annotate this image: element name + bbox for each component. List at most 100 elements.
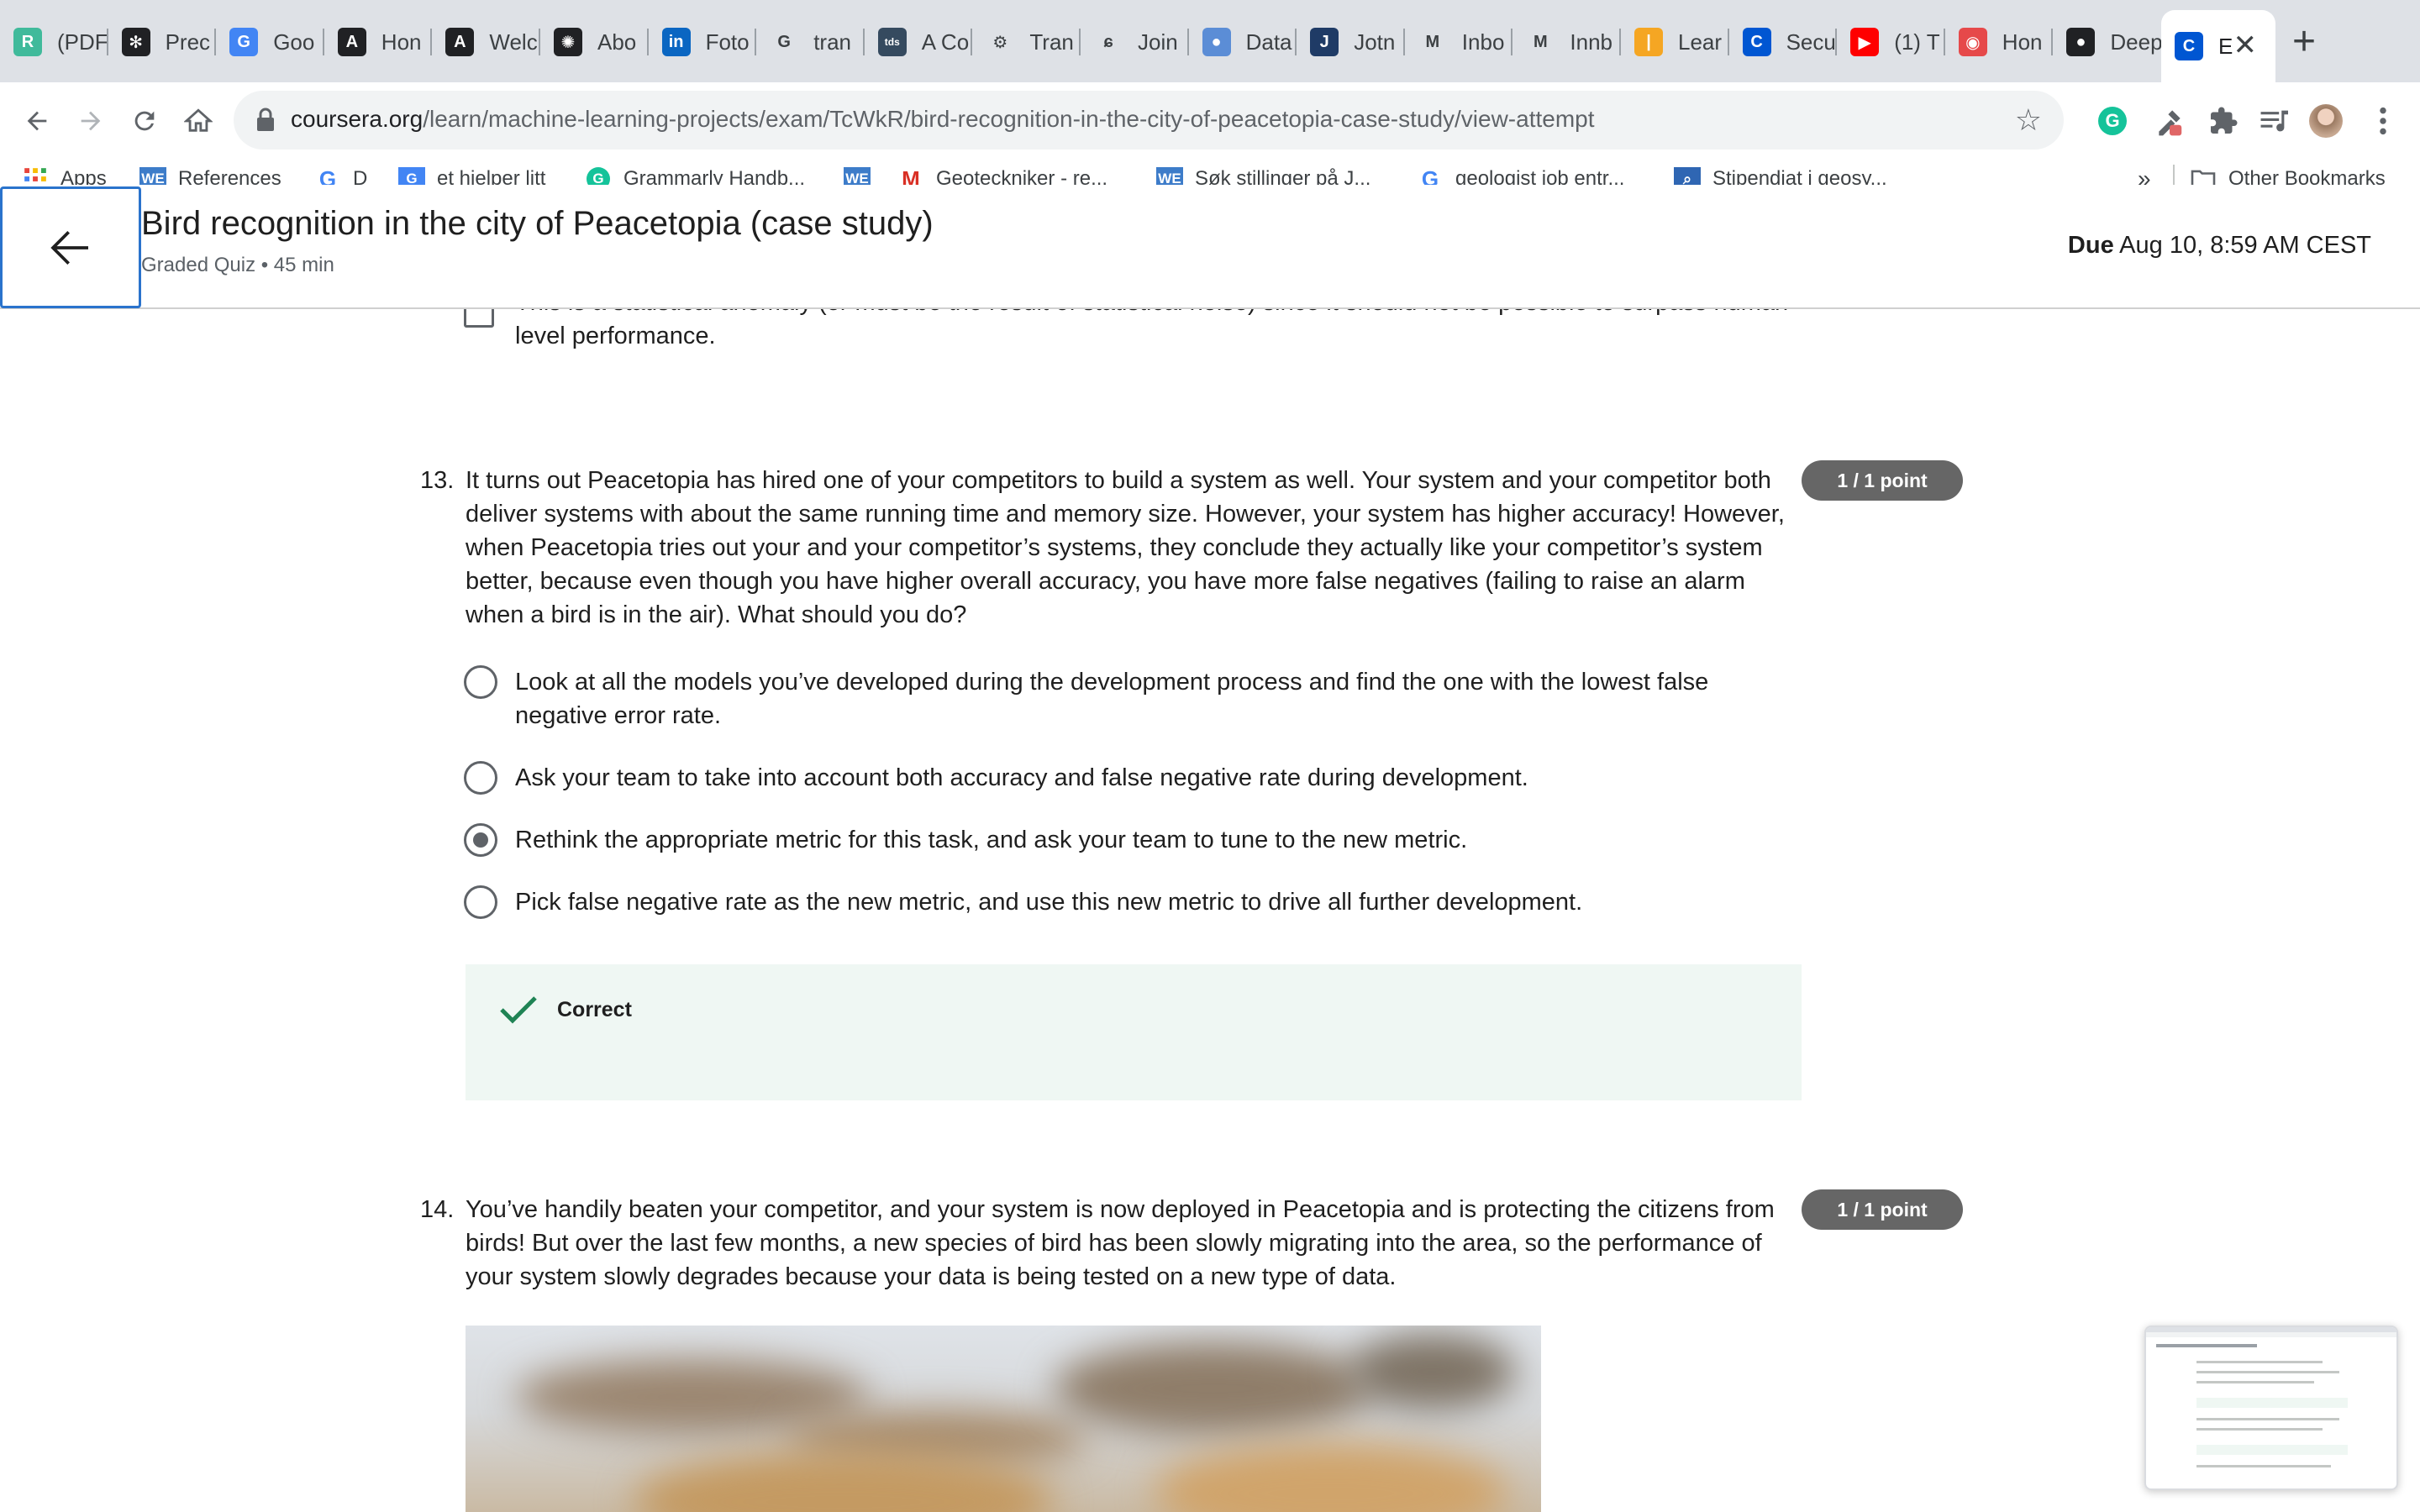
target-icon: ◉ (1958, 28, 1987, 56)
person-icon: ● (1202, 28, 1231, 56)
tab-title: Abo (597, 29, 637, 55)
tab[interactable]: M Innb (1512, 18, 1621, 66)
quiz-content: This is a statistical anomaly (or must b… (0, 309, 2420, 1512)
checkmark-icon (500, 996, 537, 1024)
forward-nav-button[interactable] (67, 97, 114, 144)
due-label: Due (2067, 232, 2114, 259)
close-tab-icon[interactable]: ✕ (2233, 29, 2258, 62)
linkedin-icon: in (661, 28, 691, 56)
letter-a-icon: A (445, 28, 475, 56)
researchgate-icon: R (13, 28, 42, 56)
new-tab-button[interactable]: + (2292, 20, 2316, 64)
eyedropper-extension-icon[interactable] (2148, 99, 2191, 143)
youtube-icon: ▶ (1850, 28, 1880, 56)
url-host: coursera.org (291, 106, 424, 132)
tab[interactable]: R (PDF (0, 18, 108, 66)
tab[interactable]: ⚙ Tran (972, 18, 1081, 66)
tab[interactable]: ● Deep (2053, 18, 2161, 66)
tab-title: Join (1138, 29, 1178, 55)
tab-title: Foto (705, 29, 750, 55)
address-bar[interactable]: coursera.org/learn/machine-learning-proj… (234, 91, 2064, 150)
feedback-label: Correct (557, 998, 632, 1021)
tab[interactable]: J Jotn (1297, 18, 1405, 66)
tab-title: Data (1245, 29, 1292, 55)
option-text: Pick false negative rate as the new metr… (515, 889, 1583, 916)
tab-title: Secu (1786, 29, 1836, 55)
tab[interactable]: ✻ Prec (108, 18, 217, 66)
screenshot-thumbnail[interactable] (2144, 1326, 2398, 1490)
option-text: Ask your team to take into account both … (515, 764, 1528, 791)
media-playlist-icon[interactable] (2252, 99, 2296, 143)
tab-title: Welc (489, 29, 538, 55)
tab-title: tran (813, 29, 851, 55)
bar-icon: | (1634, 28, 1663, 56)
option-text: Rethink the appropriate metric for this … (515, 827, 1468, 853)
radio-button-selected[interactable] (464, 823, 497, 857)
feedback-correct: Correct (466, 964, 1802, 1100)
tab[interactable]: ◉ Hon (1945, 18, 2054, 66)
fork-icon: ɕ (1103, 32, 1113, 51)
tab[interactable]: G Goo (216, 18, 324, 66)
tab-title: Prec (165, 29, 211, 55)
journal-icon: J (1310, 28, 1339, 56)
browser-toolbar: coursera.org/learn/machine-learning-proj… (0, 82, 2420, 158)
tab-title: (PDF (57, 29, 108, 55)
tab-title: A Co (921, 29, 970, 55)
openai-icon: ✺ (554, 28, 582, 56)
tab-title: Hon (2002, 29, 2043, 55)
gmail-icon: M (1534, 32, 1548, 51)
tab[interactable]: ɕ Join (1081, 18, 1189, 66)
url-text: coursera.org/learn/machine-learning-proj… (291, 106, 1595, 133)
url-path: /learn/machine-learning-projects/exam/Tc… (423, 106, 1595, 132)
menu-kebab-icon[interactable] (2361, 99, 2405, 143)
page-title: Bird recognition in the city of Peacetop… (141, 205, 934, 242)
drone-icon: ⚙ (992, 33, 1008, 52)
radio-button[interactable] (464, 665, 497, 699)
extensions-puzzle-icon[interactable] (2202, 99, 2245, 143)
tab-title: Tran (1029, 29, 1074, 55)
letter-a-icon: A (337, 28, 366, 56)
tab[interactable]: | Lear (1621, 18, 1729, 66)
tab-title: (1) T (1894, 29, 1940, 55)
radio-button[interactable] (464, 885, 497, 919)
tab[interactable]: Gtran (756, 18, 865, 66)
grammarly-extension-icon[interactable]: G (2091, 99, 2134, 143)
back-nav-button[interactable] (13, 97, 60, 144)
question-number: 14. (420, 1196, 455, 1223)
reload-icon (134, 111, 155, 131)
quiz-header: Bird recognition in the city of Peacetop… (0, 185, 2420, 309)
tab[interactable]: in Foto (649, 18, 757, 66)
question-text: You’ve handily beaten your competitor, a… (466, 1196, 1775, 1290)
gear-icon: ✻ (121, 28, 150, 56)
tab[interactable]: A Hon (324, 18, 433, 66)
tab[interactable]: ▶ (1) T (1837, 18, 1945, 66)
bookmark-star-icon[interactable]: ☆ (2015, 104, 2042, 136)
tab-active[interactable]: C E ✕ (2161, 10, 2275, 82)
radio-button[interactable] (464, 761, 497, 795)
profile-avatar[interactable] (2304, 99, 2348, 143)
coursera-icon: C (2175, 32, 2203, 60)
tab[interactable]: M Inbo (1405, 18, 1513, 66)
option-text: This is a statistical anomaly (or must b… (515, 309, 1797, 349)
tab-title: Jotn (1354, 29, 1396, 55)
tab[interactable]: ● Data (1189, 18, 1297, 66)
google-icon: G (777, 32, 791, 51)
google-translate-icon: G (229, 28, 259, 56)
quiz-meta: Graded Quiz • 45 min (141, 254, 334, 276)
tab[interactable]: A Welc (432, 18, 540, 66)
tab[interactable]: ✺ Abo (540, 18, 649, 66)
arrow-left-icon (27, 111, 47, 131)
tab[interactable]: C Secu (1729, 18, 1838, 66)
tab-title: Goo (273, 29, 315, 55)
lock-icon (257, 108, 274, 131)
option-text: Look at all the models you’ve developed … (515, 669, 1709, 729)
tab-title: Lear (1678, 29, 1723, 55)
tab[interactable]: tds A Co (865, 18, 973, 66)
checkbox[interactable] (464, 309, 494, 328)
due-value: Aug 10, 8:59 AM CEST (2119, 232, 2371, 259)
reload-button[interactable] (121, 97, 168, 144)
home-button[interactable] (175, 97, 222, 144)
back-to-course-button[interactable] (0, 186, 141, 308)
question-text: It turns out Peacetopia has hired one of… (466, 467, 1785, 628)
tab-title: E (2218, 33, 2233, 59)
